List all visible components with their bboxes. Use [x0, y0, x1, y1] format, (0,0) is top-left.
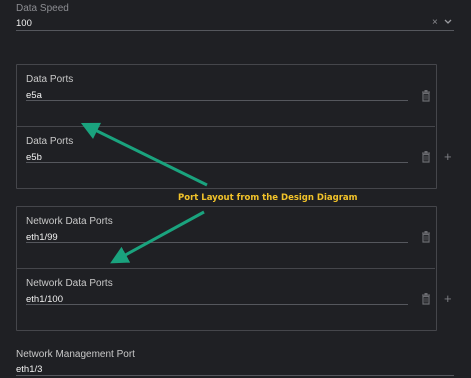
arrow-to-network-data-ports — [110, 210, 205, 264]
arrow-to-data-ports — [80, 122, 208, 187]
annotation-arrows — [80, 122, 208, 264]
